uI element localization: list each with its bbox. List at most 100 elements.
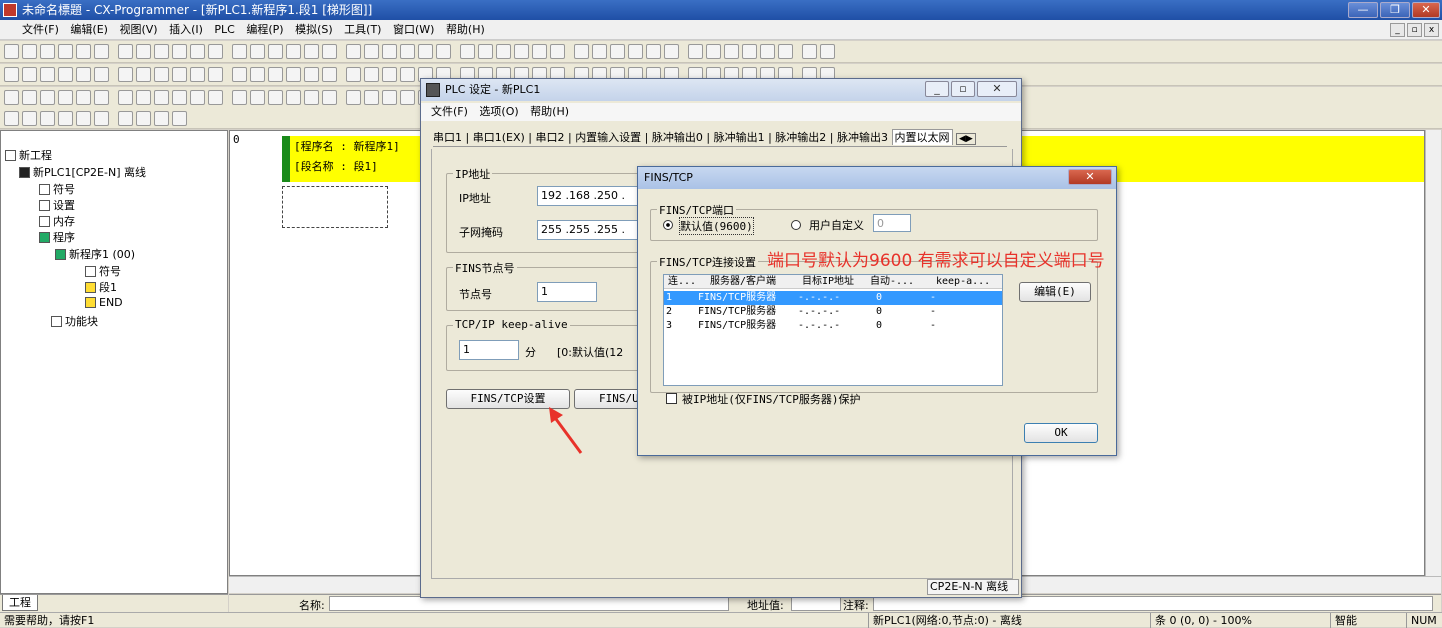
menu-simulate[interactable]: 模拟(S)	[295, 23, 333, 36]
toolbar-button[interactable]	[346, 67, 361, 82]
node-number-input[interactable]: 1	[537, 282, 597, 302]
toolbar-button[interactable]	[172, 44, 187, 59]
tab-pulse-output0[interactable]: 脉冲输出0	[652, 131, 703, 144]
toolbar-button[interactable]	[400, 44, 415, 59]
tree-end[interactable]: END	[85, 296, 123, 309]
menu-insert[interactable]: 插入(I)	[169, 23, 203, 36]
toolbar-button[interactable]	[364, 90, 379, 105]
toolbar-button[interactable]	[154, 90, 169, 105]
col-header-auto[interactable]: 自动-...	[870, 275, 914, 289]
tab-project[interactable]: 工程	[2, 595, 38, 611]
toolbar-button[interactable]	[94, 111, 109, 126]
name-field[interactable]	[329, 596, 729, 611]
toolbar-button[interactable]	[118, 44, 133, 59]
toolbar-button[interactable]	[40, 44, 55, 59]
toolbar-button[interactable]	[418, 44, 433, 59]
toolbar-button[interactable]	[346, 44, 361, 59]
tree-program-symbols[interactable]: 符号	[85, 263, 121, 279]
toolbar-button[interactable]	[208, 67, 223, 82]
toolbar-button[interactable]	[286, 44, 301, 59]
minimize-button[interactable]: —	[1348, 2, 1378, 18]
tab-builtin-ethernet[interactable]: 内置以太网	[891, 129, 953, 145]
ladder-cursor[interactable]	[282, 186, 388, 228]
tree-settings[interactable]: 设置	[39, 197, 75, 213]
toolbar-button[interactable]	[76, 67, 91, 82]
toolbar-button[interactable]	[22, 90, 37, 105]
toolbar-button[interactable]	[58, 67, 73, 82]
toolbar-button[interactable]	[286, 90, 301, 105]
col-header-role[interactable]: 服务器/客户端	[710, 275, 776, 289]
mdi-restore-button[interactable]: ▫	[1407, 23, 1422, 37]
toolbar-button[interactable]	[136, 111, 151, 126]
toolbar-button[interactable]	[40, 67, 55, 82]
toolbar-button[interactable]	[94, 90, 109, 105]
toolbar-button[interactable]	[94, 44, 109, 59]
custom-port-input[interactable]: 0	[873, 214, 911, 232]
toolbar-button[interactable]	[58, 90, 73, 105]
toolbar-button[interactable]	[382, 67, 397, 82]
menu-program[interactable]: 编程(P)	[246, 23, 283, 36]
toolbar-button[interactable]	[4, 44, 19, 59]
toolbar-button[interactable]	[250, 44, 265, 59]
tab-serial2[interactable]: 串口2	[535, 131, 564, 144]
toolbar-button[interactable]	[286, 67, 301, 82]
menu-view[interactable]: 视图(V)	[119, 23, 157, 36]
tree-programs[interactable]: 程序	[39, 229, 75, 245]
toolbar-button[interactable]	[460, 44, 475, 59]
toolbar-button[interactable]	[550, 44, 565, 59]
toolbar-button[interactable]	[364, 67, 379, 82]
table-row[interactable]: 2 FINS/TCP服务器 -.-.-.- 0-	[664, 305, 1002, 319]
toolbar-button[interactable]	[304, 44, 319, 59]
plc-dialog-close-button[interactable]: ✕	[977, 81, 1017, 97]
toolbar-button[interactable]	[118, 90, 133, 105]
toolbar-button[interactable]	[400, 90, 415, 105]
toolbar-button[interactable]	[4, 90, 19, 105]
toolbar-button[interactable]	[190, 67, 205, 82]
plc-menu-file[interactable]: 文件(F)	[431, 105, 468, 118]
toolbar-button[interactable]	[172, 67, 187, 82]
table-row[interactable]: 1 FINS/TCP服务器 -.-.-.- 0-	[664, 291, 1002, 305]
toolbar-button[interactable]	[118, 111, 133, 126]
tab-pulse-output3[interactable]: 脉冲输出3	[837, 131, 888, 144]
col-header-keepalive[interactable]: keep-a...	[936, 275, 990, 289]
toolbar-button[interactable]	[322, 90, 337, 105]
close-button[interactable]: ✕	[1412, 2, 1440, 18]
tab-pulse-output1[interactable]: 脉冲输出1	[714, 131, 765, 144]
plc-menu-help[interactable]: 帮助(H)	[530, 105, 569, 118]
toolbar-button[interactable]	[688, 44, 703, 59]
toolbar-button[interactable]	[118, 67, 133, 82]
toolbar-button[interactable]	[436, 44, 451, 59]
col-header-conn[interactable]: 连...	[668, 275, 696, 289]
menu-file[interactable]: 文件(F)	[22, 23, 59, 36]
tab-pulse-output2[interactable]: 脉冲输出2	[775, 131, 826, 144]
menu-plc[interactable]: PLC	[214, 23, 234, 36]
toolbar-button[interactable]	[322, 67, 337, 82]
toolbar-button[interactable]	[250, 67, 265, 82]
tree-program1[interactable]: 新程序1 (00)	[55, 246, 135, 262]
toolbar-button[interactable]	[76, 111, 91, 126]
toolbar-button[interactable]	[136, 90, 151, 105]
toolbar-button[interactable]	[268, 67, 283, 82]
default-port-radio[interactable]	[663, 220, 673, 230]
comment-field[interactable]	[873, 596, 1433, 611]
maximize-button[interactable]: ❐	[1380, 2, 1410, 18]
keepalive-input[interactable]: 1	[459, 340, 519, 360]
toolbar-button[interactable]	[58, 111, 73, 126]
toolbar-button[interactable]	[304, 90, 319, 105]
fins-dialog-close-button[interactable]: ✕	[1068, 169, 1112, 185]
menu-help[interactable]: 帮助(H)	[446, 23, 485, 36]
plc-dialog-minimize-button[interactable]: _	[925, 81, 949, 97]
toolbar-button[interactable]	[154, 67, 169, 82]
mdi-minimize-button[interactable]: _	[1390, 23, 1405, 37]
toolbar-button[interactable]	[208, 90, 223, 105]
vertical-scrollbar[interactable]	[1425, 130, 1441, 576]
toolbar-button[interactable]	[478, 44, 493, 59]
table-row[interactable]: 3 FINS/TCP服务器 -.-.-.- 0-	[664, 319, 1002, 333]
tab-serial1[interactable]: 串口1	[433, 131, 462, 144]
custom-port-radio[interactable]	[791, 220, 801, 230]
toolbar-button[interactable]	[664, 44, 679, 59]
toolbar-button[interactable]	[250, 90, 265, 105]
menu-tools[interactable]: 工具(T)	[344, 23, 381, 36]
edit-button[interactable]: 编辑(E)	[1019, 282, 1091, 302]
toolbar-button[interactable]	[4, 67, 19, 82]
